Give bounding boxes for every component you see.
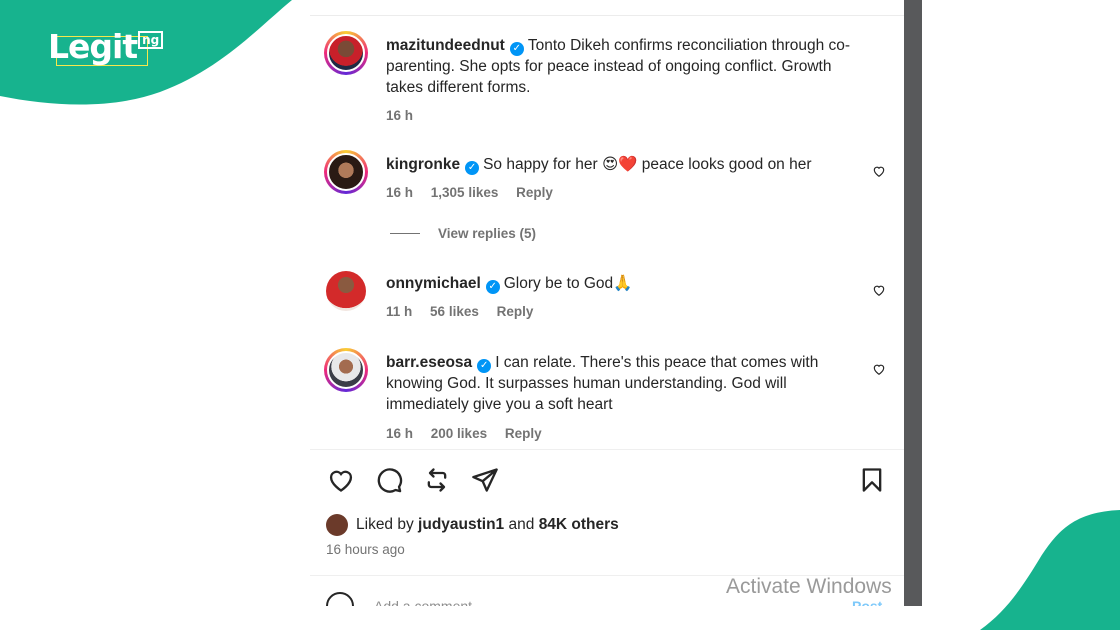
comment-icon[interactable] [375,466,403,494]
likes-count[interactable]: 200 likes [431,426,487,441]
comment-text: kingronke ✓ So happy for her 😍❤️ peace loo… [386,154,870,175]
scrollbar[interactable] [904,0,922,606]
reply-button[interactable]: Reply [497,304,534,319]
liked-by-prefix: Liked by [356,516,414,533]
username[interactable]: mazitundeednut [386,37,505,54]
verified-icon: ✓ [477,359,492,373]
instagram-comments-panel: mazitundeednut ✓ Tonto Dikeh confirms reco… [310,0,904,606]
avatar[interactable] [324,31,368,75]
timestamp: 16 h [386,426,414,441]
comment-meta: 16 h 1,305 likes Reply [386,185,567,200]
avatar[interactable] [326,514,348,536]
logo-tld: ng [138,31,164,49]
avatar[interactable] [324,150,368,194]
likes-count[interactable]: 1,305 likes [431,185,499,200]
post-button[interactable]: Post [852,598,882,606]
heart-icon[interactable] [872,283,886,297]
comment-meta: 16 h 200 likes Reply [386,426,556,441]
timestamp: 16 h [386,108,414,123]
username[interactable]: barr.eseosa [386,354,472,371]
like-heart-icon[interactable] [327,466,355,494]
verified-icon: ✓ [465,161,480,175]
comment-text: onnymichael ✓ Glory be to God🙏 [386,273,870,294]
timestamp: 11 h [386,304,413,319]
comment-meta: 11 h 56 likes Reply [386,304,547,319]
reply-button[interactable]: Reply [505,426,542,441]
divider [390,233,420,234]
share-icon[interactable] [423,466,451,494]
avatar[interactable] [324,348,368,392]
avatar[interactable] [326,271,366,311]
liked-by-user[interactable]: judyaustin1 [418,516,504,534]
liked-by-and: and [508,516,535,533]
caption-text: mazitundeednut ✓ Tonto Dikeh confirms reco… [386,35,870,98]
likes-count[interactable]: 56 likes [430,304,479,319]
activate-windows-watermark: Activate Windows [726,575,892,598]
view-replies-label: View replies (5) [438,226,537,241]
heart-icon[interactable] [872,164,886,178]
add-comment-input[interactable]: Add a comment... [374,598,484,606]
post-time: 16 hours ago [326,542,405,557]
send-icon[interactable] [471,466,499,494]
legit-logo[interactable]: Legit ng [48,26,164,66]
comment-body: Glory be to God🙏 [503,275,633,292]
reply-button[interactable]: Reply [516,185,553,200]
timestamp: 16 h [386,185,414,200]
comment-text: barr.eseosa ✓ I can relate. There's this p… [386,352,870,415]
emoji-icon[interactable] [326,592,354,606]
logo-text: Legit [48,26,138,66]
view-replies-button[interactable]: View replies (5) [390,226,536,241]
liked-by: Liked by judyaustin1 and 84K others [326,514,619,536]
bookmark-icon[interactable] [858,466,886,494]
caption-meta: 16 h [386,108,427,123]
liked-by-others[interactable]: 84K others [539,516,619,534]
comment-body: So happy for her 😍❤️ peace looks good on… [483,156,812,173]
heart-icon[interactable] [872,362,886,376]
username[interactable]: kingronke [386,156,460,173]
divider [310,15,904,16]
username[interactable]: onnymichael [386,275,481,292]
divider [310,449,904,450]
verified-icon: ✓ [509,42,524,56]
brand-corner-shape-bottom [980,510,1120,630]
verified-icon: ✓ [485,280,500,294]
